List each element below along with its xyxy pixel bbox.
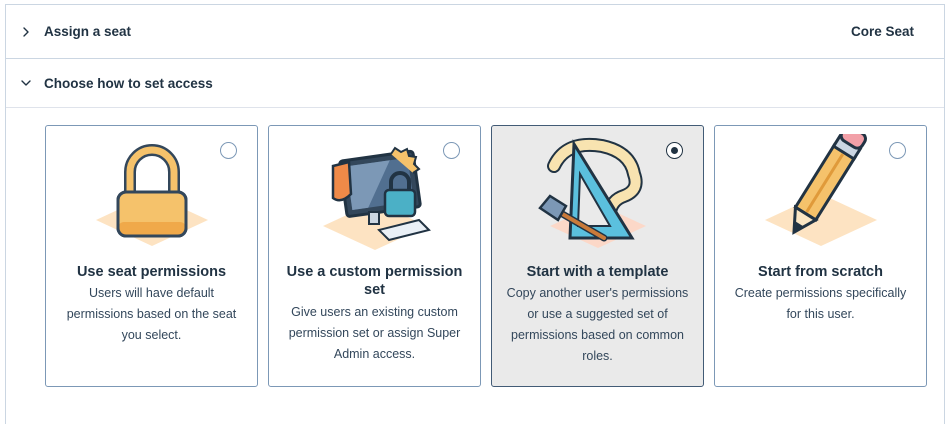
pencil-icon xyxy=(765,134,877,246)
option-card-seat-permissions[interactable]: Use seat permissions Users will have def… xyxy=(45,125,258,387)
option-title: Use a custom permission set xyxy=(286,264,463,298)
option-description: Give users an existing custom permission… xyxy=(288,305,461,361)
seat-accordion-header[interactable]: Assign a seat Core Seat xyxy=(6,5,944,59)
padlock-icon xyxy=(96,144,208,246)
option-description: Copy another user's permissions or use a… xyxy=(506,286,689,363)
seat-value: Core Seat xyxy=(850,24,914,39)
permissions-panel: Assign a seat Core Seat Choose how to se… xyxy=(5,4,945,424)
ruler-hammer-tape-icon xyxy=(538,138,646,248)
chevron-down-icon xyxy=(20,77,32,89)
option-description: Create permissions specifically for this… xyxy=(734,286,907,321)
access-accordion-header[interactable]: Choose how to set access xyxy=(6,59,944,108)
option-card-custom-permission-set[interactable]: Use a custom permission set Give users a… xyxy=(268,125,481,387)
option-description: Users will have default permissions base… xyxy=(66,286,237,342)
option-title: Use seat permissions xyxy=(76,264,227,280)
option-title: Start with a template xyxy=(526,264,669,280)
seat-section-title: Assign a seat xyxy=(44,24,132,39)
computer-lock-shield-icon xyxy=(323,146,431,250)
access-section-title: Choose how to set access xyxy=(44,75,213,91)
option-card-scratch[interactable]: Start from scratch Create permissions sp… xyxy=(714,125,927,387)
chevron-right-icon xyxy=(20,26,32,38)
option-card-template[interactable]: Start with a template Copy another user'… xyxy=(491,125,704,387)
option-title: Start from scratch xyxy=(758,264,883,280)
